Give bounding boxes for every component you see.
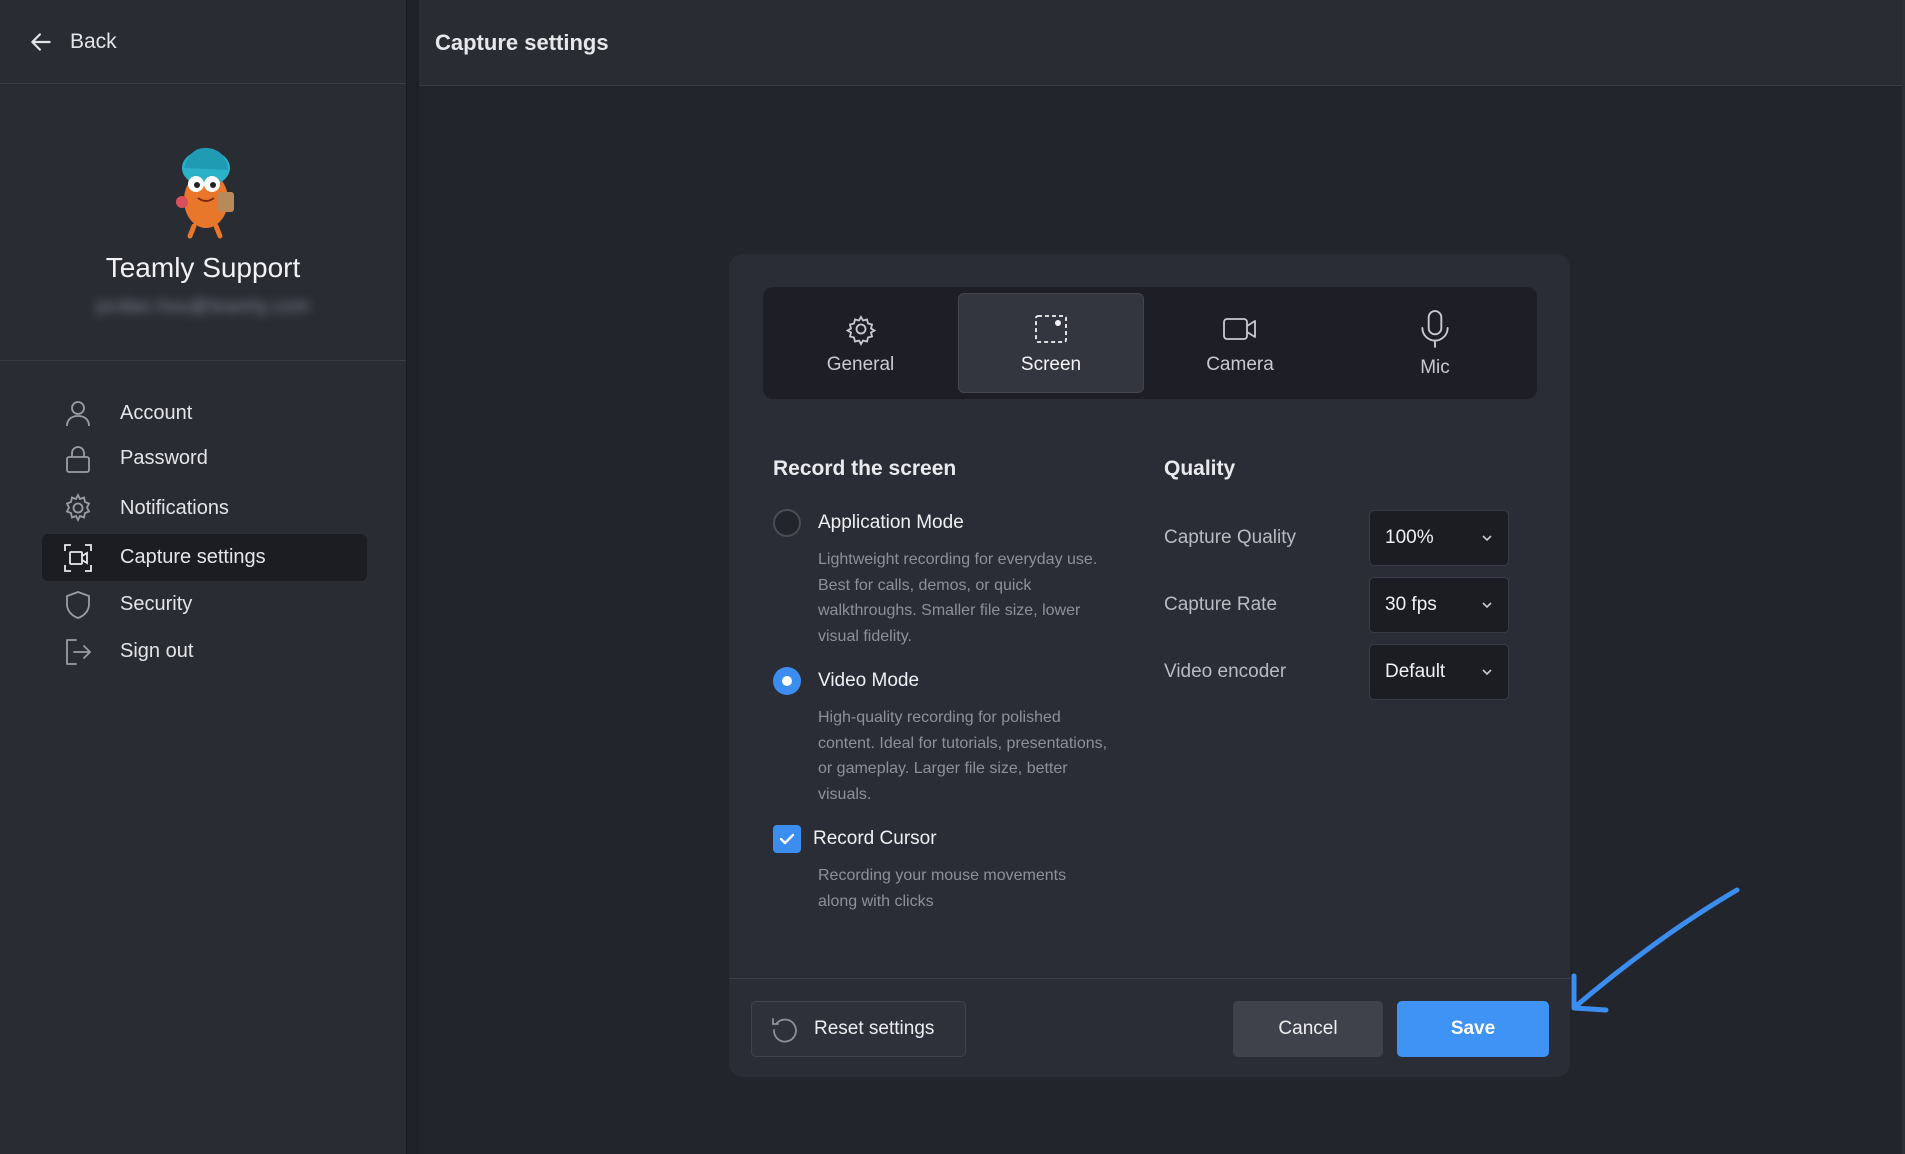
sidebar: Back Teamly Support jordan.hsu@teamly.co… [0, 0, 407, 1154]
back-label: Back [70, 29, 117, 53]
sidebar-item-label: Password [120, 447, 208, 469]
app-window: Back Teamly Support jordan.hsu@teamly.co… [0, 0, 1905, 1154]
tab-label: Mic [1420, 357, 1450, 378]
tab-screen[interactable]: Screen [958, 293, 1144, 393]
sidebar-item-label: Account [120, 401, 193, 424]
chevron-down-icon [1482, 669, 1492, 676]
sidebar-item-label: Capture settings [120, 546, 266, 568]
video-mode-description: High-quality recording for polished cont… [818, 709, 1108, 803]
video-encoder-value: Default [1385, 661, 1446, 682]
video-encoder-row: Video encoder Default [1164, 644, 1509, 700]
record-cursor-label: Record Cursor [813, 828, 937, 849]
microphone-icon [1421, 310, 1449, 348]
capture-rate-value: 30 fps [1385, 594, 1437, 615]
settings-nav: Account Password Notifications Capture s… [42, 391, 367, 675]
application-mode-option: Application Mode Lightweight recording f… [773, 509, 1133, 649]
shield-icon [66, 590, 90, 619]
sidebar-item-security[interactable]: Security [42, 581, 367, 628]
profile-name: Teamly Support [105, 252, 301, 283]
capture-settings-dialog: General Screen Camera Mic Record the scr… [729, 254, 1570, 1077]
annotation-arrow-icon [1571, 887, 1740, 1013]
tab-mic[interactable]: Mic [1336, 293, 1534, 393]
back-button[interactable]: Back [0, 0, 406, 84]
sidebar-item-account[interactable]: Account [42, 391, 367, 435]
check-icon [779, 833, 795, 845]
sidebar-item-notifications[interactable]: Notifications [42, 482, 367, 534]
lock-icon [66, 445, 90, 473]
application-mode-radio-row[interactable]: Application Mode [773, 509, 1133, 537]
record-cursor-description: Recording your mouse movements along wit… [818, 867, 1067, 910]
capture-rate-select[interactable]: 30 fps [1369, 577, 1509, 633]
sign-out-icon [66, 638, 91, 665]
profile-card: Teamly Support jordan.hsu@teamly.com [0, 84, 406, 361]
record-cursor-option: Record Cursor Recording your mouse movem… [773, 825, 1133, 914]
sidebar-item-sign-out[interactable]: Sign out [42, 628, 367, 675]
record-cursor-checkbox[interactable] [773, 825, 801, 853]
sidebar-item-capture-settings[interactable]: Capture settings [42, 534, 367, 581]
video-encoder-label: Video encoder [1164, 661, 1287, 682]
camera-icon [1223, 318, 1256, 340]
capture-rate-row: Capture Rate 30 fps [1164, 577, 1509, 633]
avatar [176, 147, 234, 239]
gear-icon [845, 315, 876, 346]
chevron-down-icon [1482, 602, 1492, 609]
video-mode-radio-row[interactable]: Video Mode [773, 667, 1133, 695]
capture-quality-value: 100% [1385, 527, 1434, 548]
chevron-down-icon [1482, 535, 1492, 542]
reset-settings-label: Reset settings [814, 1018, 935, 1039]
tab-general[interactable]: General [763, 293, 958, 393]
sidebar-item-label: Notifications [120, 496, 229, 519]
sidebar-item-label: Security [120, 593, 193, 615]
video-encoder-select[interactable]: Default [1369, 644, 1509, 700]
tab-camera[interactable]: Camera [1144, 293, 1336, 393]
settings-tabs: General Screen Camera Mic [763, 287, 1537, 399]
tab-label: Camera [1206, 354, 1274, 375]
video-mode-option: Video Mode High-quality recording for po… [773, 667, 1133, 807]
quality-section-title: Quality [1164, 457, 1236, 480]
video-mode-radio[interactable] [773, 667, 801, 695]
tab-label: Screen [1020, 354, 1082, 375]
reset-settings-button[interactable]: Reset settings [751, 1001, 966, 1057]
gear-icon [65, 492, 91, 523]
page-title: Capture settings [435, 29, 609, 55]
application-mode-description: Lightweight recording for everyday use. … [818, 551, 1098, 645]
screen-record-icon [1035, 315, 1067, 343]
arrow-left-icon [31, 32, 51, 51]
sidebar-item-password[interactable]: Password [42, 435, 367, 482]
user-icon [66, 401, 90, 427]
application-mode-label: Application Mode [818, 512, 964, 533]
record-section-title: Record the screen [773, 457, 957, 480]
record-cursor-row[interactable]: Record Cursor [773, 825, 1133, 853]
cancel-button[interactable]: Cancel [1233, 1001, 1383, 1057]
sidebar-item-label: Sign out [120, 640, 194, 662]
profile-email: jordan.hsu@teamly.com [95, 296, 311, 316]
dialog-footer-divider [729, 978, 1570, 979]
video-mode-label: Video Mode [818, 670, 920, 691]
main-header: Capture settings [419, 0, 1902, 86]
capture-quality-row: Capture Quality 100% [1164, 510, 1509, 566]
capture-quality-label: Capture Quality [1164, 527, 1297, 548]
capture-quality-select[interactable]: 100% [1369, 510, 1509, 566]
reset-icon [772, 1018, 797, 1043]
capture-rate-label: Capture Rate [1164, 594, 1278, 615]
capture-icon [64, 543, 92, 572]
application-mode-radio[interactable] [773, 509, 801, 537]
save-button[interactable]: Save [1397, 1001, 1549, 1057]
tab-label: General [826, 354, 895, 375]
